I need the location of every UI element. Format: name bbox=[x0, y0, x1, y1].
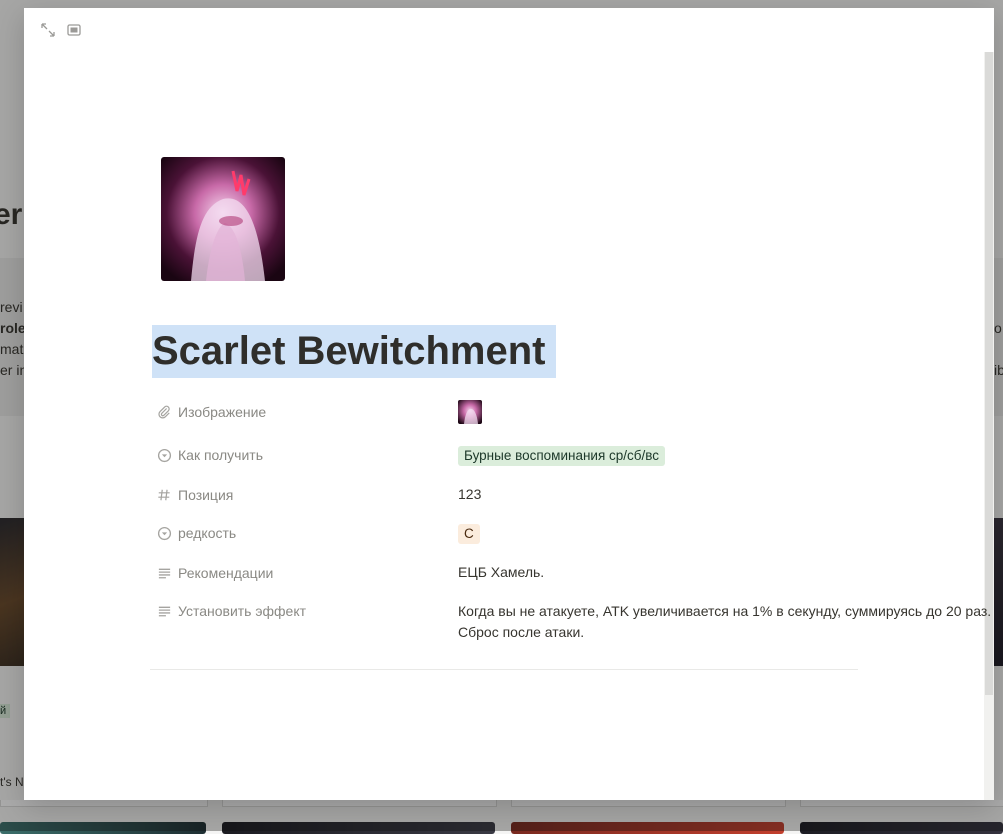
property-value-line: Когда вы не атакуете, ATK увеличивается … bbox=[458, 603, 992, 619]
property-row-rarity[interactable]: редкость C bbox=[156, 522, 480, 544]
peek-mode-icon[interactable] bbox=[66, 22, 82, 38]
property-row-set-effect[interactable]: Установить эффект Когда вы не атакуете, … bbox=[156, 600, 991, 640]
properties-divider bbox=[150, 669, 858, 670]
property-value[interactable]: ЕЦБ Хамель. bbox=[458, 564, 544, 580]
page-icon-image[interactable] bbox=[161, 157, 285, 281]
property-value[interactable]: Когда вы не атакуете, ATK увеличивается … bbox=[458, 601, 998, 643]
property-name: Как получить bbox=[178, 447, 264, 463]
page-title-text: Scarlet Bewitchment bbox=[152, 329, 546, 373]
property-name: Установить эффект bbox=[178, 603, 307, 619]
property-name: редкость bbox=[178, 525, 237, 541]
property-value-image[interactable] bbox=[458, 400, 482, 424]
paperclip-icon bbox=[156, 404, 172, 420]
property-value[interactable]: Бурные воспоминания ср/сб/вс bbox=[458, 446, 666, 466]
page-peek-modal: Scarlet Bewitchment Изображение Как полу… bbox=[24, 8, 994, 800]
select-tag: Бурные воспоминания ср/сб/вс bbox=[458, 446, 666, 466]
select-icon bbox=[156, 447, 172, 463]
property-row-position[interactable]: Позиция 123 bbox=[156, 484, 481, 506]
property-value[interactable]: C bbox=[458, 524, 480, 544]
property-value-line: Сброс после атаки. bbox=[458, 624, 585, 640]
select-icon bbox=[156, 525, 172, 541]
property-value[interactable]: 123 bbox=[458, 486, 481, 502]
property-name: Позиция bbox=[178, 487, 234, 503]
select-tag: C bbox=[458, 524, 480, 544]
property-row-how-to-get[interactable]: Как получить Бурные воспоминания ср/сб/в… bbox=[156, 444, 666, 466]
image-thumbnail[interactable] bbox=[458, 400, 482, 424]
text-icon bbox=[156, 603, 172, 619]
page-title[interactable]: Scarlet Bewitchment bbox=[152, 325, 557, 378]
number-icon bbox=[156, 487, 172, 503]
property-row-image[interactable]: Изображение bbox=[156, 400, 482, 424]
expand-icon[interactable] bbox=[40, 22, 56, 38]
property-name: Изображение bbox=[178, 404, 267, 420]
property-row-recommendations[interactable]: Рекомендации ЕЦБ Хамель. bbox=[156, 562, 544, 584]
scrollbar-thumb[interactable] bbox=[985, 52, 993, 695]
property-name: Рекомендации bbox=[178, 565, 274, 581]
text-icon bbox=[156, 565, 172, 581]
